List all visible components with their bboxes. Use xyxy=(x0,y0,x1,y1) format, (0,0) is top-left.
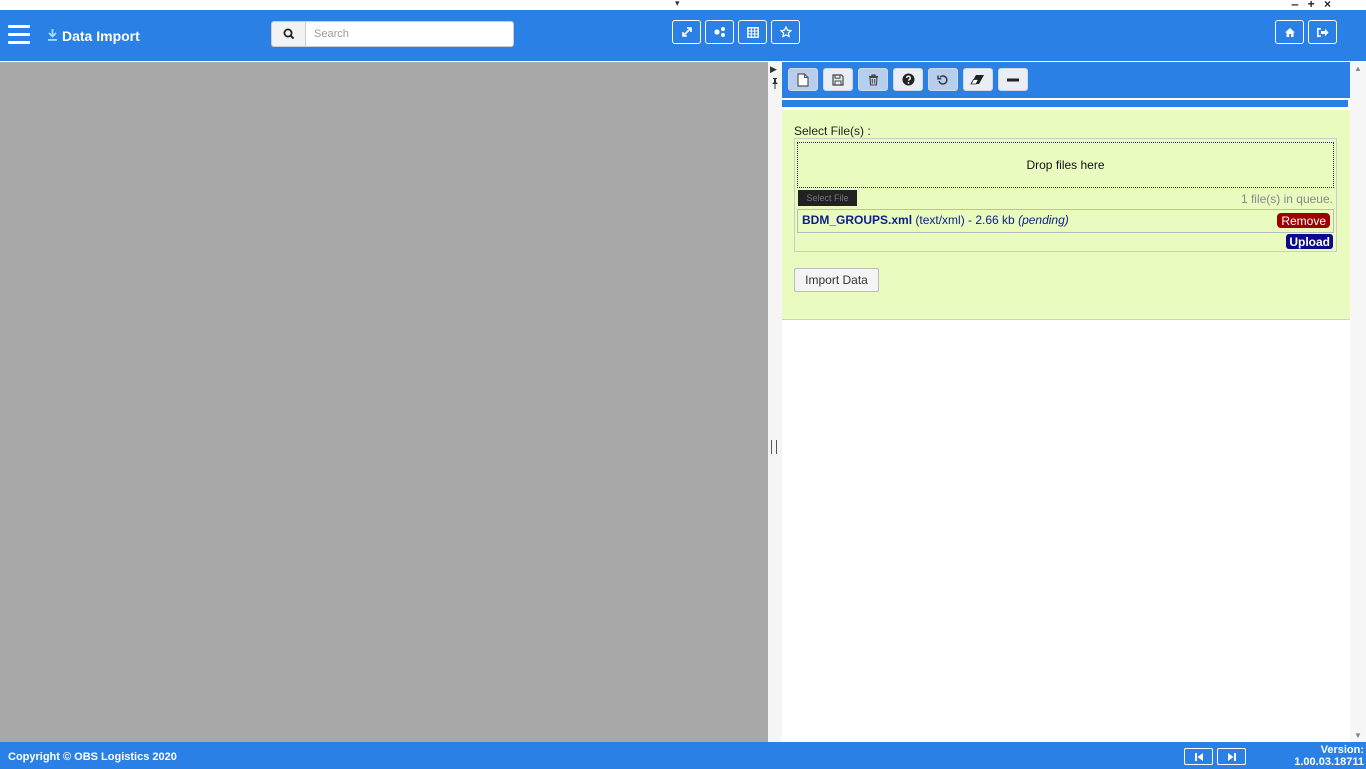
grid-icon xyxy=(746,26,759,38)
logout-icon xyxy=(1317,27,1329,37)
upload-widget: Drop files here Select File 1 file(s) in… xyxy=(794,138,1337,252)
first-page-button[interactable] xyxy=(1184,748,1213,765)
scroll-down-icon[interactable]: ▼ xyxy=(1354,731,1362,740)
file-upload-form: Select File(s) : Drop files here Select … xyxy=(782,110,1350,320)
last-page-button[interactable] xyxy=(1217,748,1246,765)
skip-back-icon xyxy=(1194,752,1203,761)
app-window: ▾ ‒ + × Data Import Search ▶ Select File… xyxy=(0,0,1366,769)
help-button[interactable] xyxy=(893,68,923,91)
pin-icon[interactable] xyxy=(771,78,779,92)
trash-icon xyxy=(868,73,878,86)
left-pane xyxy=(0,62,768,742)
search-box xyxy=(271,21,514,47)
header-right-tools xyxy=(1275,20,1337,44)
grid-button[interactable] xyxy=(738,20,767,44)
download-icon xyxy=(47,28,58,44)
refresh-icon xyxy=(937,74,948,85)
skip-forward-icon xyxy=(1227,752,1236,761)
top-strip: ▾ ‒ + × xyxy=(0,0,1366,11)
collapse-right-icon[interactable]: ▶ xyxy=(770,64,777,75)
pager xyxy=(1184,748,1246,765)
file-status: (pending) xyxy=(1018,213,1069,227)
search-input[interactable] xyxy=(305,21,514,47)
star-icon xyxy=(779,26,792,38)
toolbar-strip xyxy=(782,100,1348,107)
version-info: Version: 1.00.03.18711 xyxy=(1294,744,1364,768)
queue-status: 1 file(s) in queue. xyxy=(1240,192,1333,206)
file-name: BDM_GROUPS.xml xyxy=(802,213,913,227)
help-icon xyxy=(902,73,914,86)
settings-share-button[interactable] xyxy=(705,20,734,44)
drop-zone-text: Drop files here xyxy=(1026,158,1105,172)
search-icon xyxy=(283,28,294,40)
clear-button[interactable] xyxy=(963,68,993,91)
share-icon xyxy=(714,27,725,37)
home-icon xyxy=(1284,27,1295,37)
new-button[interactable] xyxy=(788,68,818,91)
header-bar: Data Import xyxy=(0,10,1366,61)
collapse-header-icon[interactable]: ▾ xyxy=(675,0,680,9)
copyright-text: Copyright © OBS Logistics 2020 xyxy=(8,751,177,763)
logout-button[interactable] xyxy=(1308,20,1337,44)
select-files-label: Select File(s) : xyxy=(794,124,871,138)
scroll-up-icon[interactable]: ▲ xyxy=(1354,64,1362,73)
new-document-icon xyxy=(797,72,809,87)
splitter-grip-icon[interactable] xyxy=(771,440,777,454)
remove-file-button[interactable]: Remove xyxy=(1277,213,1330,228)
select-file-button[interactable]: Select File xyxy=(798,190,857,206)
minus-icon xyxy=(1007,78,1019,81)
version-label: Version: xyxy=(1320,744,1364,756)
footer-bar: Copyright © OBS Logistics 2020 Version: … xyxy=(0,742,1366,769)
import-data-button[interactable]: Import Data xyxy=(794,268,879,292)
expand-icon xyxy=(681,27,692,37)
version-number: 1.00.03.18711 xyxy=(1294,756,1364,768)
header-tools xyxy=(672,20,800,44)
search-button[interactable] xyxy=(271,21,305,47)
upload-button[interactable]: Upload xyxy=(1286,234,1333,249)
pane-splitter[interactable]: ▶ xyxy=(768,62,782,742)
import-panel: Select File(s) : Drop files here Select … xyxy=(782,62,1350,742)
home-button[interactable] xyxy=(1275,20,1304,44)
save-button[interactable] xyxy=(823,68,853,91)
app-title-text: Data Import xyxy=(62,28,140,44)
app-title: Data Import xyxy=(47,28,140,44)
favorite-button[interactable] xyxy=(771,20,800,44)
delete-button[interactable] xyxy=(858,68,888,91)
expand-button[interactable] xyxy=(672,20,701,44)
eraser-icon xyxy=(970,75,984,85)
menu-icon[interactable] xyxy=(8,25,30,45)
vertical-scrollbar[interactable]: ▲ ▼ xyxy=(1350,62,1366,742)
save-icon xyxy=(832,73,844,86)
minimize-button[interactable] xyxy=(998,68,1028,91)
panel-toolbar xyxy=(782,62,1350,98)
refresh-button[interactable] xyxy=(928,68,958,91)
queued-file-row: BDM_GROUPS.xml (text/xml) - 2.66 kb (pen… xyxy=(797,209,1334,233)
drop-zone[interactable]: Drop files here xyxy=(797,142,1334,188)
file-meta: (text/xml) - 2.66 kb xyxy=(915,213,1015,227)
